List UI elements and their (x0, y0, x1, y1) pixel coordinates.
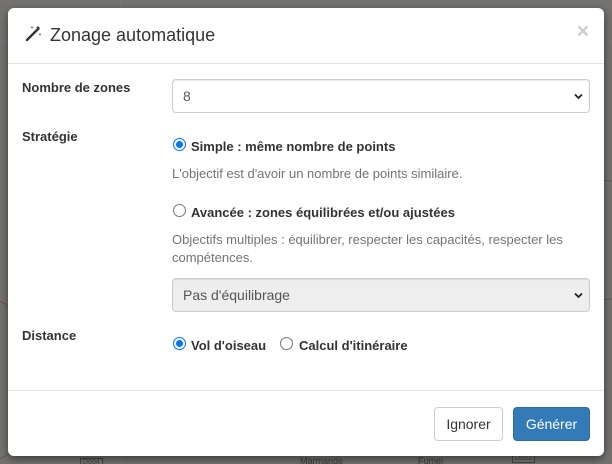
zones-count-value: 8 (183, 88, 191, 104)
generate-button[interactable]: Générer (513, 407, 590, 441)
strategy-advanced-label[interactable]: Avancée : zones équilibrées et/ou ajusté… (191, 205, 455, 220)
magic-wand-icon (25, 25, 42, 42)
zones-count-label: Nombre de zones (22, 80, 131, 95)
strategy-simple-label[interactable]: Simple : même nombre de points (191, 139, 395, 154)
zones-count-select[interactable]: 8 (172, 79, 590, 113)
strategy-advanced-help: Objectifs multiples : équilibrer, respec… (172, 232, 563, 265)
distance-label: Distance (22, 328, 77, 343)
strategy-simple-help: L'objectif est d'avoir un nombre de poin… (172, 166, 463, 181)
distance-route-label[interactable]: Calcul d'itinéraire (299, 338, 408, 353)
close-button[interactable]: × (577, 21, 589, 42)
ignore-button[interactable]: Ignorer (434, 407, 503, 441)
modal-footer: Ignorer Générer (8, 390, 604, 456)
chevron-down-icon (574, 93, 583, 100)
modal-title: Zonage automatique (50, 25, 216, 45)
distance-crow-label[interactable]: Vol d'oiseau (191, 338, 266, 353)
strategy-advanced-radio[interactable] (173, 204, 186, 217)
auto-zoning-dialog: Zonage automatique × Nombre de zones 8 S… (8, 8, 604, 456)
balancing-value: Pas d'équilibrage (183, 287, 290, 303)
modal-header: Zonage automatique × (8, 8, 604, 64)
strategy-simple-radio[interactable] (173, 138, 186, 151)
balancing-select[interactable]: Pas d'équilibrage (172, 278, 590, 312)
chevron-down-icon (574, 292, 583, 299)
distance-crow-radio[interactable] (173, 337, 186, 350)
strategy-label: Stratégie (22, 129, 78, 144)
distance-route-radio[interactable] (280, 337, 293, 350)
